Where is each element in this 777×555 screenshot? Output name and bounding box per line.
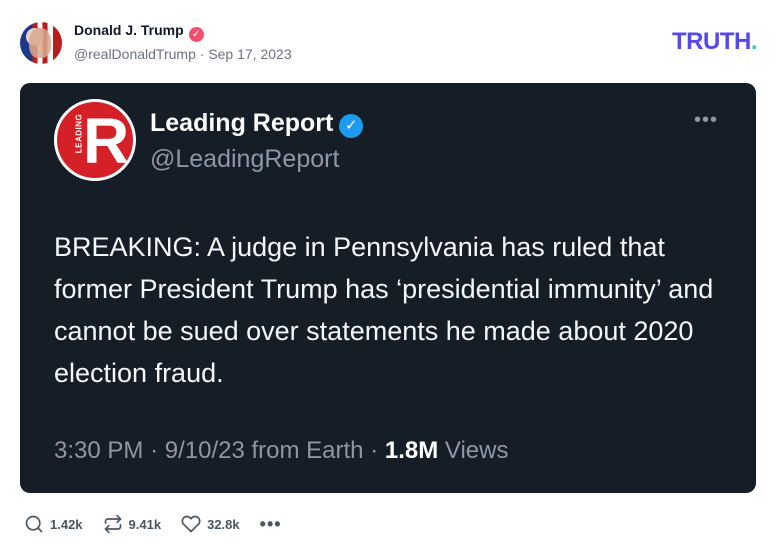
retruth-icon [104,514,121,534]
embedded-name: Leading Report [150,109,334,137]
embedded-image[interactable]: LEADING R Leading Report ✓ @LeadingReport… [20,83,756,493]
more-options-button[interactable]: ••• [259,514,282,534]
embedded-post-text: BREAKING: A judge in Pennsylvania has ru… [54,232,714,388]
comment-icon [25,515,43,533]
like-count: 32.8k [207,516,240,532]
author-meta: @realDonaldTrump · Sep 17, 2023 [74,46,292,62]
embedded-footer: 3:30 PM · 9/10/23 from Earth · 1.8M View… [54,437,508,465]
logo-text: TRUTH [672,28,751,55]
meta-separator: · [199,46,205,62]
avatar-face [29,28,51,58]
retruth-button[interactable]: 9.41k [103,514,162,534]
embedded-more-icon: ••• [693,109,718,131]
avatar-letter: R [83,105,130,177]
verified-badge-icon: ✓ [188,27,204,42]
reply-count: 1.42k [50,516,83,532]
logo-dot: . [750,28,758,55]
author-handle[interactable]: @realDonaldTrump [74,46,196,62]
embedded-views-count: 1.8M [384,437,439,464]
embedded-name-row: Leading Report ✓ [150,109,364,138]
footer-separator: · [150,437,159,464]
truth-logo[interactable]: TRUTH. [672,28,758,56]
author-avatar[interactable] [20,22,62,64]
more-icon: ••• [259,514,282,534]
reply-button[interactable]: 1.42k [24,514,83,534]
like-button[interactable]: 32.8k [181,514,240,534]
footer-separator-2: · [370,437,379,464]
embedded-time: 3:30 PM [54,437,144,464]
embedded-date-source: 9/10/23 from Earth [164,437,364,464]
retruth-count: 9.41k [128,516,162,532]
embedded-views-label: Views [444,437,509,464]
action-bar: 1.42k 9.41k 32.8k ••• [24,512,302,536]
heart-icon [181,515,201,533]
author-name-row[interactable]: Donald J. Trump ✓ [74,22,204,42]
post-date[interactable]: Sep 17, 2023 [208,46,291,62]
avatar-small-text: LEADING [74,113,84,154]
post-card: Donald J. Trump ✓ @realDonaldTrump · Sep … [0,0,777,555]
author-name[interactable]: Donald J. Trump [74,22,184,38]
embedded-handle: @LeadingReport [150,145,340,173]
verified-check-icon: ✓ [339,114,364,138]
leading-report-avatar: LEADING R [54,99,136,181]
